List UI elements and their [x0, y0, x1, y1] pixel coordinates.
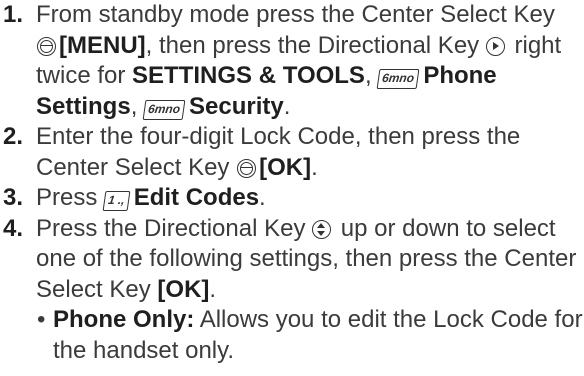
directional-key-updown-icon	[312, 219, 332, 239]
instruction-document: 1. From standby mode press the Center Se…	[3, 0, 583, 366]
text-segment: Press	[36, 184, 105, 211]
key-label-menu: [MENU]	[59, 31, 146, 59]
text-segment: .	[259, 184, 266, 211]
directional-key-right-icon	[485, 36, 505, 56]
step-text: Enter the four-digit Lock Code, then pre…	[36, 123, 520, 181]
steps-list: 1. From standby mode press the Center Se…	[3, 0, 583, 366]
key-label-ok: [OK]	[259, 153, 312, 181]
menu-edit-codes: Edit Codes	[133, 184, 260, 211]
menu-security: Security	[189, 92, 284, 120]
step-2: 2. Enter the four-digit Lock Code, then …	[3, 122, 583, 183]
settings-bullet-list: • Phone Only: Allows you to edit the Loc…	[36, 305, 583, 366]
number-key-icon: 6mno	[376, 69, 420, 89]
number-key-icon: 1 .,	[102, 191, 131, 211]
step-1: 1. From standby mode press the Center Se…	[3, 0, 583, 122]
step-text: Press the Directional Key up or down to …	[36, 215, 576, 303]
bullet-item-phone-only: • Phone Only: Allows you to edit the Loc…	[36, 305, 583, 366]
step-text: From standby mode press the Center Selec…	[36, 1, 561, 120]
text-segment: From standby mode press the Center Selec…	[36, 1, 555, 28]
step-number: 4.	[3, 214, 24, 242]
step-number: 2.	[3, 123, 24, 150]
step-number: 1.	[3, 1, 24, 28]
step-text: Press 1 ., Edit Codes.	[36, 184, 266, 211]
text-segment: ,	[130, 92, 145, 120]
step-3: 3. Press 1 ., Edit Codes.	[3, 183, 583, 214]
step-number: 3.	[3, 184, 24, 211]
menu-settings-tools: SETTINGS & TOOLS	[132, 62, 365, 89]
setting-label-phone-only: Phone Only:	[53, 306, 195, 333]
text-segment: .	[283, 92, 291, 120]
center-select-key-icon	[237, 158, 257, 178]
key-label-ok: [OK]	[157, 275, 210, 303]
text-segment: Press the Directional Key	[36, 214, 313, 242]
text-segment: .	[209, 275, 217, 303]
center-select-key-icon	[37, 36, 56, 56]
bullet-marker: •	[37, 306, 46, 333]
text-segment: .	[311, 153, 318, 181]
number-key-icon: 6mno	[142, 99, 186, 120]
text-segment: , then press the Directional Key	[145, 31, 486, 59]
step-4: 4. Press the Directional Key up or down …	[3, 214, 583, 367]
